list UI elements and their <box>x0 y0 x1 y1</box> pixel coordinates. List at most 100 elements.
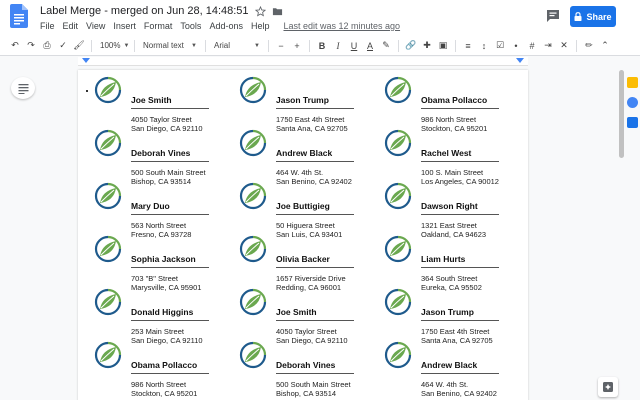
underline-button[interactable]: U <box>347 39 361 53</box>
label-divider <box>276 214 354 215</box>
label-name: Deborah Vines <box>276 360 336 370</box>
menu-addons[interactable]: Add-ons <box>205 21 247 32</box>
label-item: Deborah Vines 500 South Main Street Bishop… <box>223 329 363 398</box>
leaf-logo-icon <box>94 288 122 316</box>
paragraph-style-select[interactable]: Normal text ▼ <box>140 41 200 50</box>
zoom-select[interactable]: 100% ▼ <box>97 41 129 50</box>
docs-logo-icon[interactable] <box>10 4 28 28</box>
highlight-icon[interactable]: ✎ <box>379 39 393 53</box>
indent-icon[interactable]: ⇥ <box>541 39 555 53</box>
menu-view[interactable]: View <box>82 21 109 32</box>
formatting-toolbar: ↶ ↷ ⎙ ✓ 🖌 100% ▼ Normal text ▼ Arial ▼ −… <box>0 36 640 56</box>
text-color-button[interactable]: A <box>363 39 377 53</box>
leaf-logo-icon <box>94 235 122 263</box>
print-icon[interactable]: ⎙ <box>40 39 54 53</box>
label-item: Deborah Vines 500 South Main Street Bishop… <box>78 117 218 186</box>
label-city: San Benino, CA 92402 <box>421 389 497 398</box>
tasks-icon[interactable] <box>627 97 638 108</box>
leaf-logo-icon <box>239 341 267 369</box>
leaf-logo-icon <box>384 235 412 263</box>
document-title[interactable]: Label Merge - merged on Jun 28, 14:48:51 <box>40 5 249 17</box>
leaf-logo-icon <box>239 288 267 316</box>
comment-history-icon[interactable] <box>546 9 560 23</box>
label-name: Deborah Vines <box>131 148 191 158</box>
menu-help[interactable]: Help <box>247 21 274 32</box>
label-item: Andrew Black 464 W. 4th St. San Benino, CA… <box>223 117 363 186</box>
label-name: Joe Smith <box>276 307 317 317</box>
label-divider <box>131 108 209 109</box>
spellcheck-icon[interactable]: ✓ <box>56 39 70 53</box>
label-item: Obama Pollacco 986 North Street Stockton, … <box>78 329 218 398</box>
italic-button[interactable]: I <box>331 39 345 53</box>
menu-file[interactable]: File <box>40 21 59 32</box>
label-item: Sophia Jackson 703 "B" Street Marysville, … <box>78 223 218 292</box>
leaf-logo-icon <box>94 182 122 210</box>
menu-format[interactable]: Format <box>140 21 177 32</box>
menu-edit[interactable]: Edit <box>59 21 83 32</box>
last-edit-link[interactable]: Last edit was 12 minutes ago <box>283 21 400 32</box>
line-spacing-icon[interactable]: ↕ <box>477 39 491 53</box>
document-outline-button[interactable] <box>11 77 35 99</box>
toolbar-divider <box>134 39 135 52</box>
zoom-value: 100% <box>100 41 121 50</box>
font-size-increase-icon[interactable]: + <box>290 39 304 53</box>
explore-button[interactable] <box>598 377 618 397</box>
label-divider <box>131 373 209 374</box>
label-divider <box>276 320 354 321</box>
bulleted-list-icon[interactable]: • <box>509 39 523 53</box>
label-name: Sophia Jackson <box>131 254 196 264</box>
label-street: 500 South Main Street <box>276 380 351 389</box>
font-select[interactable]: Arial ▼ <box>211 41 263 50</box>
right-indent-marker[interactable] <box>516 58 524 63</box>
star-icon[interactable] <box>254 5 266 17</box>
leaf-logo-icon <box>239 129 267 157</box>
label-divider <box>421 267 499 268</box>
label-name: Mary Duo <box>131 201 170 211</box>
link-icon[interactable]: 🔗 <box>404 39 418 53</box>
label-item: Andrew Black 464 W. 4th St. San Benino, CA… <box>368 329 508 398</box>
bold-button[interactable]: B <box>315 39 329 53</box>
calendar-icon[interactable] <box>627 117 638 128</box>
label-divider <box>131 320 209 321</box>
checklist-icon[interactable]: ☑ <box>493 39 507 53</box>
font-value: Arial <box>214 41 231 50</box>
label-city: Bishop, CA 93514 <box>276 389 337 398</box>
paint-format-icon[interactable]: 🖌 <box>72 39 86 53</box>
ruler[interactable] <box>78 57 528 66</box>
label-name: Obama Pollacco <box>131 360 198 370</box>
toolbar-divider <box>309 39 310 52</box>
paragraph-style-value: Normal text <box>143 41 184 50</box>
leaf-logo-icon <box>94 341 122 369</box>
align-icon[interactable]: ≡ <box>461 39 475 53</box>
leaf-logo-icon <box>239 182 267 210</box>
document-page[interactable]: Joe Smith 4050 Taylor Street San Diego, CA… <box>78 70 528 400</box>
collapse-toolbar-icon[interactable]: ⌃ <box>598 39 612 53</box>
redo-icon[interactable]: ↷ <box>24 39 38 53</box>
numbered-list-icon[interactable]: # <box>525 39 539 53</box>
label-item: Joe Smith 4050 Taylor Street San Diego, CA… <box>223 276 363 345</box>
label-item: Jason Trump 1750 East 4th Street Santa Ana… <box>223 70 363 133</box>
undo-icon[interactable]: ↶ <box>8 39 22 53</box>
insert-comment-icon[interactable]: ✚ <box>420 39 434 53</box>
keep-icon[interactable] <box>627 77 638 88</box>
folder-icon[interactable] <box>272 6 283 17</box>
left-indent-marker[interactable] <box>82 58 90 63</box>
menu-insert[interactable]: Insert <box>109 21 140 32</box>
label-divider <box>131 161 209 162</box>
label-item: Joe Buttigieg 50 Higuera Street San Luis, … <box>223 170 363 239</box>
toolbar-divider <box>268 39 269 52</box>
label-street: 464 W. 4th St. <box>421 380 469 389</box>
label-item: Liam Hurts 364 South Street Eureka, CA 955… <box>368 223 508 292</box>
insert-image-icon[interactable]: ▣ <box>436 39 450 53</box>
font-size-decrease-icon[interactable]: − <box>274 39 288 53</box>
menu-tools[interactable]: Tools <box>176 21 205 32</box>
label-item: Jason Trump 1750 East 4th Street Santa Ana… <box>368 276 508 345</box>
chevron-down-icon: ▼ <box>123 42 130 49</box>
label-divider <box>421 373 499 374</box>
label-name: Olivia Backer <box>276 254 330 264</box>
scrollbar-thumb[interactable] <box>619 70 624 158</box>
clear-formatting-icon[interactable]: ✕ <box>557 39 571 53</box>
editing-mode-icon[interactable]: ✏ <box>582 39 596 53</box>
share-button[interactable]: Share <box>570 6 616 27</box>
share-label: Share <box>586 11 612 22</box>
